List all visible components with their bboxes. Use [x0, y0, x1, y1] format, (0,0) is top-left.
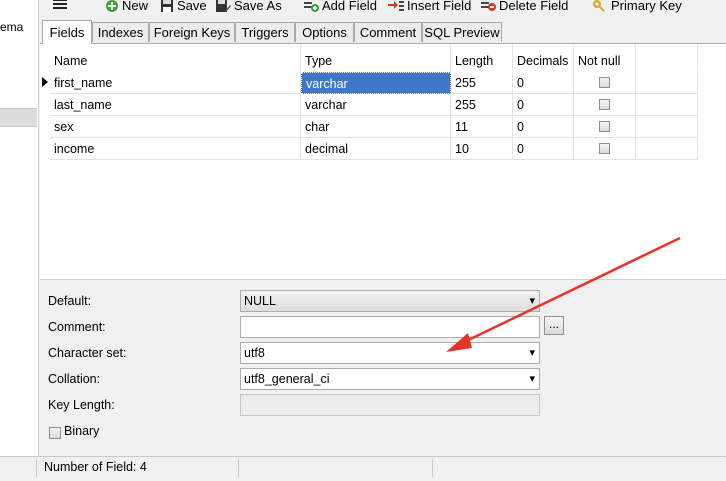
field-count-status: Number of Field: 4	[44, 460, 147, 474]
status-divider	[238, 459, 239, 477]
status-divider	[432, 459, 433, 477]
tab-fields[interactable]: Fields	[42, 20, 92, 44]
status-divider	[36, 459, 37, 477]
status-bar: Number of Field: 4	[0, 456, 726, 481]
annotation-arrow	[446, 236, 681, 352]
